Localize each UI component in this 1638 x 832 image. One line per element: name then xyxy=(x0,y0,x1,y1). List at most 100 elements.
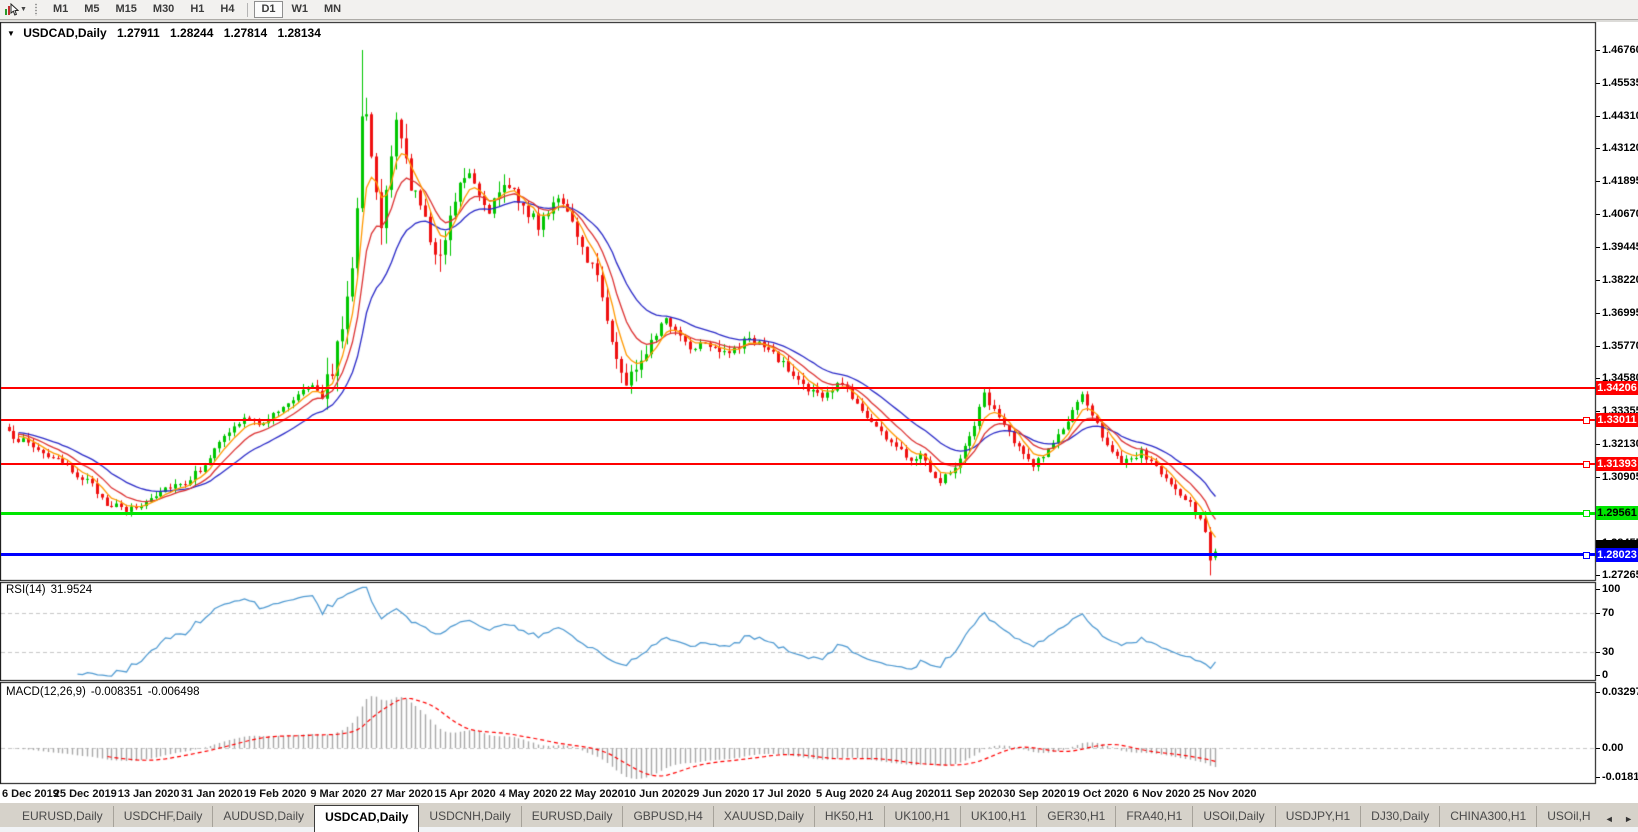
rsi-axis-tick xyxy=(1596,589,1600,590)
cursor-tool-icon[interactable] xyxy=(3,2,20,17)
level-line-1-29561[interactable] xyxy=(1,512,1595,515)
toolbar-grip xyxy=(33,3,38,16)
price-axis-tick xyxy=(1596,116,1600,117)
rsi-name: RSI(14) xyxy=(6,584,46,596)
rsi-axis-tick xyxy=(1596,675,1600,676)
tab-audusd-daily[interactable]: AUDUSD,Daily xyxy=(212,806,314,827)
ohlc-close: 1.28134 xyxy=(277,26,321,40)
price-level-badge: 1.29561 xyxy=(1596,506,1638,520)
price-tick-label: 1.32130 xyxy=(1602,438,1638,450)
chart-symbol-period: USDCAD,Daily xyxy=(23,26,107,40)
tab-scroll-right-icon[interactable]: ► xyxy=(1624,814,1633,824)
price-tick-label: 1.40670 xyxy=(1602,208,1638,220)
price-axis-tick xyxy=(1596,444,1600,445)
tab-usoil-daily[interactable]: USOil,Daily xyxy=(1192,806,1274,827)
price-axis-tick xyxy=(1596,477,1600,478)
date-label: 31 Jan 2020 xyxy=(181,788,243,800)
tab-china300-h1[interactable]: CHINA300,H1 xyxy=(1439,806,1536,827)
tab-uk100-h1[interactable]: UK100,H1 xyxy=(883,806,960,827)
price-axis-tick xyxy=(1596,411,1600,412)
price-axis-tick xyxy=(1596,181,1600,182)
timeframe-m1[interactable]: M1 xyxy=(46,1,75,18)
tab-uk100-h1[interactable]: UK100,H1 xyxy=(959,806,1036,827)
rsi-label: RSI(14) 31.9524 xyxy=(6,584,97,596)
level-line-1-28023[interactable] xyxy=(1,553,1595,556)
tab-usdcnh-daily[interactable]: USDCNH,Daily xyxy=(419,806,520,827)
toolbar-dropdown-caret[interactable]: ▼ xyxy=(20,6,27,13)
price-tick-label: 1.35770 xyxy=(1602,340,1638,352)
date-label: 19 Oct 2020 xyxy=(1067,788,1129,800)
price-tick-label: 1.38220 xyxy=(1602,274,1638,286)
toolbar-divider xyxy=(247,2,249,17)
price-level-badge: 1.33011 xyxy=(1596,413,1638,427)
tab-usdchf-daily[interactable]: USDCHF,Daily xyxy=(112,806,213,827)
date-label: 27 Mar 2020 xyxy=(370,788,433,800)
level-handle[interactable] xyxy=(1583,417,1590,424)
timeframe-mn[interactable]: MN xyxy=(317,1,348,18)
chart-tabs: EURUSD,Daily USDCHF,Daily AUDUSD,Daily USDC… xyxy=(12,805,1601,832)
date-label: 15 Apr 2020 xyxy=(434,788,496,800)
tab-eurusd-daily[interactable]: EURUSD,Daily xyxy=(520,806,623,827)
price-level-badge: 1.34206 xyxy=(1596,381,1638,395)
price-tick-label: 1.36995 xyxy=(1602,307,1638,319)
price-tick-label: 1.43120 xyxy=(1602,142,1638,154)
chart-menu-caret[interactable]: ▼ xyxy=(7,29,15,38)
macd-tick-label: 0.032972 xyxy=(1602,686,1638,698)
tab-usdcad-daily[interactable]: USDCAD,Daily xyxy=(314,805,420,832)
level-line-1-34206[interactable] xyxy=(1,387,1595,389)
timeframe-m5[interactable]: M5 xyxy=(77,1,106,18)
timeframe-buttons: M1 M5 M15 M30 H1 H4 D1 W1 MN xyxy=(45,0,349,19)
price-tick-label: 1.46760 xyxy=(1602,44,1638,56)
date-label: 6 Dec 2019 xyxy=(2,788,59,800)
macd-tick-label: 0.00 xyxy=(1602,742,1624,754)
price-axis-tick xyxy=(1596,83,1600,84)
tab-hk50-h1[interactable]: HK50,H1 xyxy=(813,806,884,827)
timeframe-w1[interactable]: W1 xyxy=(285,1,316,18)
rsi-tick-label: 70 xyxy=(1602,607,1615,619)
date-label: 19 Feb 2020 xyxy=(244,788,307,800)
rsi-tick-label: 100 xyxy=(1602,583,1621,595)
tab-usdjpy-h1[interactable]: USDJPY,H1 xyxy=(1274,806,1360,827)
date-label: 25 Nov 2020 xyxy=(1192,788,1257,800)
price-chart-canvas[interactable] xyxy=(0,0,1638,832)
level-line-1-33011[interactable] xyxy=(1,419,1595,421)
tab-eurusd-daily[interactable]: EURUSD,Daily xyxy=(12,806,113,827)
rsi-axis-tick xyxy=(1596,613,1600,614)
price-tick-label: 1.44310 xyxy=(1602,110,1638,122)
price-axis-tick xyxy=(1596,247,1600,248)
price-axis-tick xyxy=(1596,280,1600,281)
price-level-badge: 1.31393 xyxy=(1596,457,1638,471)
timeframe-m15[interactable]: M15 xyxy=(109,1,144,18)
price-tick-label: 1.45535 xyxy=(1602,77,1638,89)
price-tick-label: 1.39445 xyxy=(1602,241,1638,253)
level-handle[interactable] xyxy=(1583,552,1590,559)
timeframe-d1[interactable]: D1 xyxy=(254,1,283,18)
level-handle[interactable] xyxy=(1583,461,1590,468)
level-line-1-31393[interactable] xyxy=(1,463,1595,465)
rsi-axis-tick xyxy=(1596,652,1600,653)
timeframe-h4[interactable]: H4 xyxy=(213,1,241,18)
date-label: 17 Jul 2020 xyxy=(752,788,811,800)
tab-xauusd-daily[interactable]: XAUUSD,Daily xyxy=(712,806,814,827)
tab-scroll-left-icon[interactable]: ◄ xyxy=(1605,814,1614,824)
timeframe-m30[interactable]: M30 xyxy=(146,1,181,18)
toolbar: ▼ M1 M5 M15 M30 H1 H4 D1 W1 MN xyxy=(0,0,1638,20)
tab-fra40-h1[interactable]: FRA40,H1 xyxy=(1115,806,1192,827)
chart-title: ▼ USDCAD,Daily 1.27911 1.28244 1.27814 1… xyxy=(7,26,321,40)
price-tick-label: 1.30905 xyxy=(1602,471,1638,483)
date-label: 10 Jun 2020 xyxy=(623,788,687,800)
date-label: 30 Sep 2020 xyxy=(1003,788,1067,800)
price-axis-tick xyxy=(1596,148,1600,149)
date-label: 5 Aug 2020 xyxy=(816,788,874,800)
date-label: 13 Jan 2020 xyxy=(117,788,180,800)
rsi-tick-label: 30 xyxy=(1602,646,1615,658)
date-label: 22 May 2020 xyxy=(559,788,624,800)
timeframe-h1[interactable]: H1 xyxy=(183,1,211,18)
ohlc-high: 1.28244 xyxy=(170,26,214,40)
level-handle[interactable] xyxy=(1583,510,1590,517)
tab-ger30-h1[interactable]: GER30,H1 xyxy=(1036,806,1115,827)
tab-usoil-h[interactable]: USOil,H xyxy=(1536,806,1600,827)
tab-gbpusd-h4[interactable]: GBPUSD,H4 xyxy=(622,806,712,827)
tab-dj30-daily[interactable]: DJ30,Daily xyxy=(1360,806,1439,827)
macd-label: MACD(12,26,9) -0.008351 -0.006498 xyxy=(6,686,204,698)
